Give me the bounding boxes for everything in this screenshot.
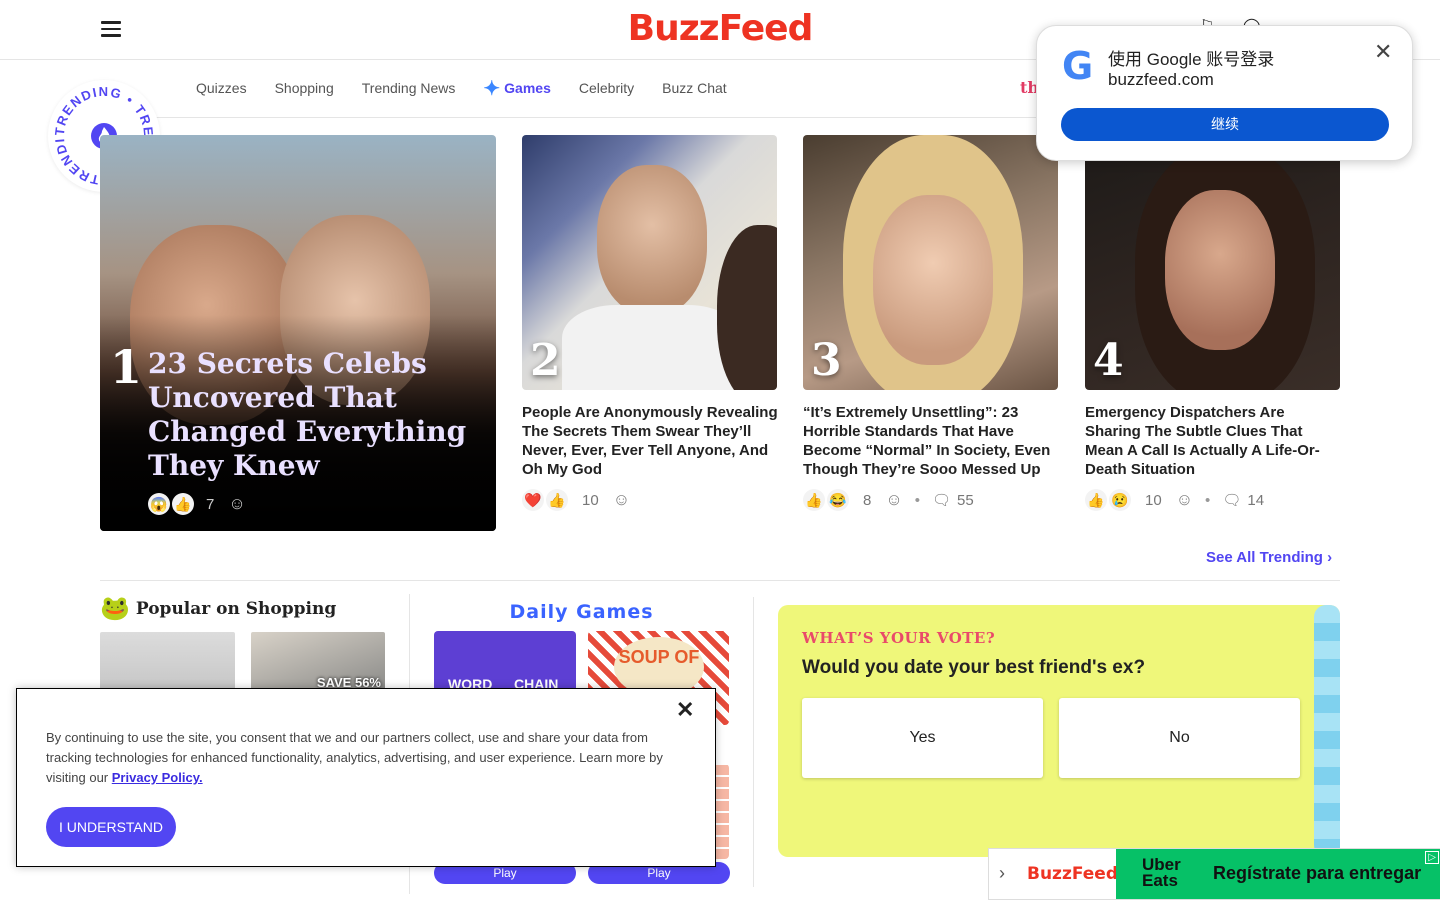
vote-option-no[interactable]: No bbox=[1059, 698, 1300, 778]
close-icon[interactable]: ✕ bbox=[1374, 39, 1392, 65]
nav-buzz-chat[interactable]: Buzz Chat bbox=[662, 77, 727, 99]
cookie-text: By continuing to use the site, you conse… bbox=[46, 728, 686, 788]
accept-cookies-button[interactable]: I UNDERSTAND bbox=[46, 807, 176, 847]
add-reaction-icon[interactable]: ☺ bbox=[1176, 490, 1193, 510]
google-signin-popup: G 使用 Google 账号登录 buzzfeed.com ✕ 继续 bbox=[1036, 25, 1413, 161]
rank-number: 4 bbox=[1093, 335, 1124, 386]
google-popup-domain: buzzfeed.com bbox=[1108, 70, 1214, 89]
column-divider bbox=[753, 597, 754, 887]
privacy-policy-link[interactable]: Privacy Policy. bbox=[112, 770, 203, 785]
trending-card-1[interactable]: 1 23 Secrets Celebs Uncovered That Chang… bbox=[100, 135, 496, 531]
nav-games[interactable]: ✦ Games bbox=[483, 77, 551, 100]
card-title[interactable]: People Are Anonymously Revealing The Sec… bbox=[522, 403, 778, 479]
reaction-emoji[interactable]: ❤️ bbox=[522, 489, 544, 511]
daily-games-title: Daily Games bbox=[509, 601, 654, 623]
rank-number: 1 bbox=[110, 340, 143, 394]
google-logo-icon: G bbox=[1062, 44, 1094, 88]
nav-games-label: Games bbox=[504, 80, 551, 96]
nav-shopping[interactable]: Shopping bbox=[275, 77, 334, 99]
trending-card-4-image[interactable]: 4 bbox=[1085, 135, 1340, 390]
shopping-title: Popular on Shopping bbox=[135, 598, 337, 619]
reaction-bar: 👍 😂 8 ☺ • 🗨 55 bbox=[803, 489, 974, 511]
shopping-header: 🐸 Popular on Shopping bbox=[100, 594, 336, 623]
buzzfeed-logo[interactable]: BuzzFeed bbox=[600, 8, 840, 49]
card-title[interactable]: Emergency Dispatchers Are Sharing The Su… bbox=[1085, 403, 1341, 479]
vote-question: Would you date your best friend's ex? bbox=[802, 657, 1146, 678]
reaction-emoji[interactable]: 👍 bbox=[803, 489, 825, 511]
vote-kicker: WHAT’S YOUR VOTE? bbox=[802, 629, 996, 647]
chevron-right-icon: › bbox=[1327, 549, 1333, 566]
vote-option-yes[interactable]: Yes bbox=[802, 698, 1043, 778]
comment-icon[interactable]: 🗨 bbox=[1222, 491, 1241, 509]
cookie-consent-banner: ✕ By continuing to use the site, you con… bbox=[16, 688, 716, 867]
nav-quizzes[interactable]: Quizzes bbox=[196, 77, 247, 99]
reaction-emoji[interactable]: 😢 bbox=[1109, 489, 1131, 511]
ad-creative[interactable]: Uber Eats Regístrate para entregar ▷ bbox=[1116, 849, 1440, 899]
rank-number: 3 bbox=[811, 335, 842, 386]
shopping-item-image[interactable]: SAVE 56% bbox=[251, 632, 385, 692]
card-title[interactable]: 23 Secrets Celebs Uncovered That Changed… bbox=[148, 347, 478, 483]
card-title[interactable]: “It’s Extremely Unsettling”: 23 Horrible… bbox=[803, 403, 1059, 479]
google-popup-title: 使用 Google 账号登录 bbox=[1108, 50, 1275, 69]
see-all-label: See All Trending bbox=[1206, 549, 1323, 566]
comment-count: 55 bbox=[957, 491, 974, 509]
continue-button[interactable]: 继续 bbox=[1061, 108, 1389, 141]
reaction-emoji[interactable]: 😂 bbox=[827, 489, 849, 511]
reaction-count: 10 bbox=[582, 491, 599, 509]
category-nav: Quizzes Shopping Trending News ✦ Games Ce… bbox=[196, 77, 727, 100]
close-icon[interactable]: ✕ bbox=[676, 697, 694, 723]
reaction-emoji[interactable]: 👍 bbox=[1085, 489, 1107, 511]
ad-cta: Regístrate para entregar bbox=[1213, 863, 1422, 883]
reaction-emoji[interactable]: 😱 bbox=[148, 493, 170, 515]
add-reaction-icon[interactable]: ☺ bbox=[613, 490, 630, 510]
comment-count: 14 bbox=[1247, 491, 1265, 509]
trending-card-2-image[interactable]: 2 bbox=[522, 135, 777, 390]
comment-icon[interactable]: 🗨 bbox=[932, 491, 951, 509]
hamburger-menu-icon[interactable] bbox=[101, 21, 121, 38]
reaction-emoji[interactable]: 👍 bbox=[546, 489, 568, 511]
rank-number: 2 bbox=[530, 335, 561, 386]
shopping-item-image[interactable] bbox=[100, 632, 235, 692]
reaction-emoji[interactable]: 👍 bbox=[172, 493, 194, 515]
frog-icon: 🐸 bbox=[100, 595, 130, 622]
ad-banner[interactable]: › BuzzFeed Uber Eats Regístrate para entr… bbox=[988, 848, 1440, 900]
trending-card-3-image[interactable]: 3 bbox=[803, 135, 1058, 390]
reaction-count: 10 bbox=[1145, 491, 1162, 509]
decorative-wave bbox=[1314, 605, 1340, 857]
reaction-bar: ❤️ 👍 10 ☺ bbox=[522, 489, 630, 511]
see-all-trending-link[interactable]: See All Trending › bbox=[1206, 549, 1332, 566]
ad-brand: BuzzFeed bbox=[1027, 864, 1119, 884]
nav-trending-news[interactable]: Trending News bbox=[362, 77, 456, 99]
adchoices-icon[interactable]: ▷ bbox=[1425, 851, 1439, 864]
sparkle-icon: ✦ bbox=[483, 77, 501, 100]
add-reaction-icon[interactable]: ☺ bbox=[228, 494, 245, 514]
reaction-count: 8 bbox=[863, 491, 872, 509]
reaction-bar: 😱 👍 7 ☺ bbox=[148, 493, 246, 515]
section-divider bbox=[100, 580, 1340, 581]
add-reaction-icon[interactable]: ☺ bbox=[885, 490, 902, 510]
nav-celebrity[interactable]: Celebrity bbox=[579, 77, 634, 99]
reaction-bar: 👍 😢 10 ☺ • 🗨 14 bbox=[1085, 489, 1264, 511]
reaction-count: 7 bbox=[206, 495, 215, 513]
ad-partner: Uber Eats bbox=[1142, 855, 1181, 890]
chevron-right-icon[interactable]: › bbox=[999, 863, 1005, 884]
